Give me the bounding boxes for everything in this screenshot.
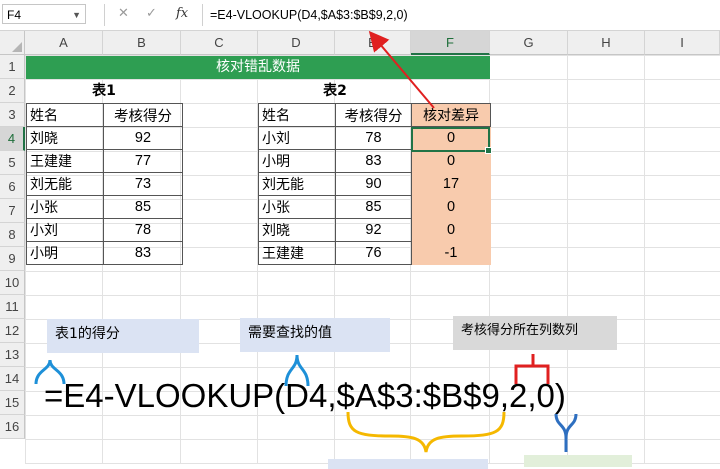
arrow-to-formula xyxy=(368,30,435,109)
brace-col-index xyxy=(514,354,550,384)
annotation-overlay xyxy=(34,30,578,453)
brace-match-type xyxy=(554,413,578,452)
brace-e4 xyxy=(34,359,66,385)
brace-d4 xyxy=(284,354,310,387)
brace-range xyxy=(346,411,506,453)
